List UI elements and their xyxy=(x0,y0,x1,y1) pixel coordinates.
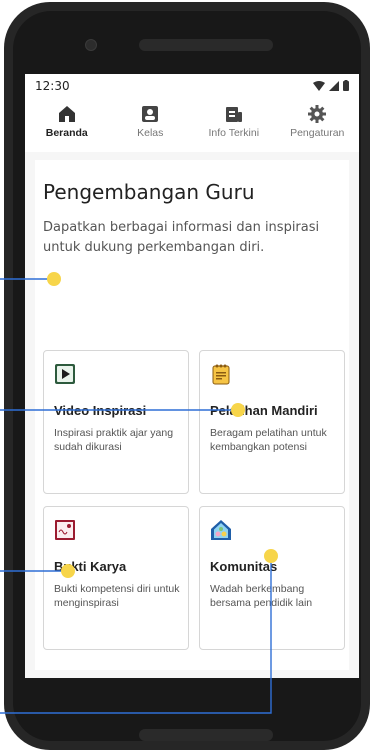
class-icon xyxy=(142,106,159,122)
notepad-icon xyxy=(212,364,230,385)
gear-icon xyxy=(308,105,327,123)
card-video-inspirasi[interactable]: Video Inspirasi Inspirasi praktik ajar y… xyxy=(43,350,189,494)
tab-beranda[interactable]: Beranda xyxy=(25,100,109,152)
status-time: 12:30 xyxy=(35,79,70,93)
page-title: Pengembangan Guru xyxy=(43,180,255,204)
card-description: Beragam pelatihan untuk kembangkan poten… xyxy=(210,427,327,453)
callout-dot-bukti xyxy=(61,564,75,578)
wifi-icon xyxy=(313,80,325,91)
card-description: Bukti kompetensi diri untuk menginspiras… xyxy=(54,583,180,609)
community-house-icon xyxy=(211,520,231,540)
home-icon xyxy=(58,106,75,122)
camera-icon xyxy=(85,39,97,51)
tab-pengaturan[interactable]: Pengaturan xyxy=(276,100,360,152)
pengembangan-panel: Pengembangan Guru Dapatkan berbagai info… xyxy=(35,160,349,670)
callout-dot-komunitas xyxy=(264,549,278,563)
card-description: Inspirasi praktik ajar yang sudah dikura… xyxy=(54,427,174,453)
tab-label: Pengaturan xyxy=(290,127,345,139)
top-tab-bar: Beranda Kelas Info Terkini Pengaturan xyxy=(25,100,359,153)
card-bukti-karya[interactable]: Bukti Karya Bukti kompetensi diri untuk … xyxy=(43,506,189,650)
callout-dot-video xyxy=(47,272,61,286)
signal-icon xyxy=(329,80,339,91)
card-title: Video Inspirasi xyxy=(54,403,147,418)
status-bar: 12:30 xyxy=(25,74,359,98)
tab-kelas[interactable]: Kelas xyxy=(109,100,193,152)
news-icon xyxy=(225,107,242,122)
card-description: Wadah berkembang bersama pendidik lain xyxy=(210,583,313,609)
tab-label: Beranda xyxy=(45,127,88,139)
battery-icon xyxy=(343,80,349,91)
app-screen: 12:30 Beranda Kelas Info Terkini Pengatu… xyxy=(25,74,359,678)
tab-label: Info Terkini xyxy=(208,127,260,139)
card-komunitas[interactable]: Komunitas Wadah berkembang bersama pendi… xyxy=(199,506,345,650)
card-pelatihan-mandiri[interactable]: Pelatihan Mandiri Beragam pelatihan untu… xyxy=(199,350,345,494)
callout-dot-pelatihan xyxy=(231,403,245,417)
video-play-icon xyxy=(55,364,75,384)
card-title: Pelatihan Mandiri xyxy=(210,403,318,418)
certificate-icon xyxy=(55,520,75,540)
content-area: Pengembangan Guru Dapatkan berbagai info… xyxy=(25,152,359,678)
tab-info-terkini[interactable]: Info Terkini xyxy=(192,100,276,152)
page-subtitle: Dapatkan berbagai informasi dan inspiras… xyxy=(43,220,320,255)
tab-label: Kelas xyxy=(137,127,164,139)
bottom-bar xyxy=(139,729,273,741)
status-icons xyxy=(313,80,349,91)
speaker-grille xyxy=(139,39,273,51)
